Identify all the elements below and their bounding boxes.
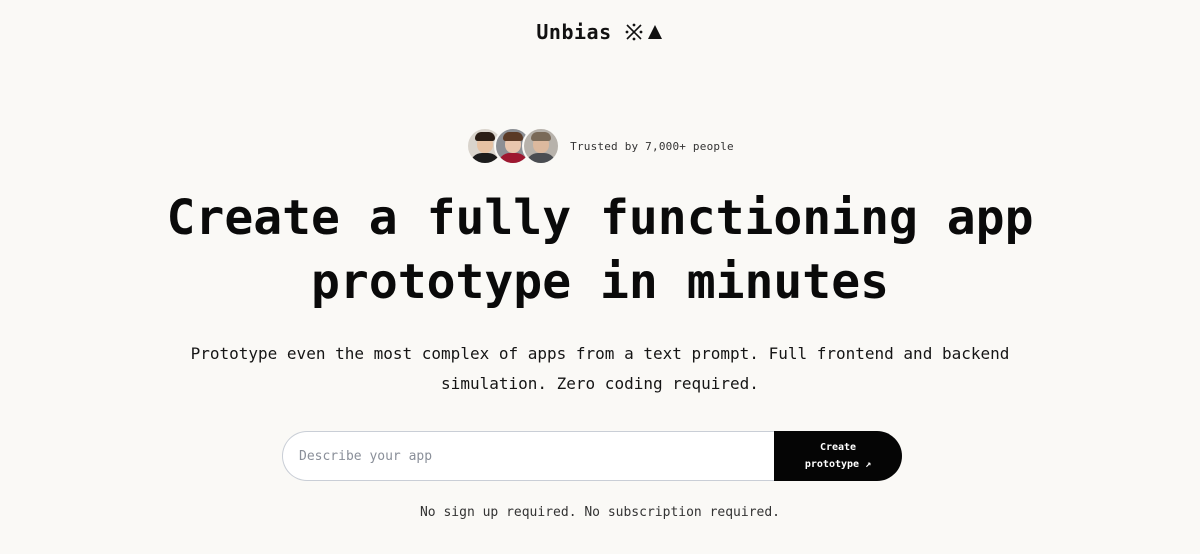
avatar [522, 127, 561, 165]
create-prototype-label: Create prototype ↗ [804, 442, 872, 470]
prompt-form: Create prototype ↗ [282, 431, 902, 481]
hero-subtitle: Prototype even the most complex of apps … [190, 344, 1010, 393]
no-signup-note: No sign up required. No subscription req… [419, 505, 781, 520]
trust-text: Trusted by 7,000+ people [570, 139, 734, 153]
avatar-group [466, 127, 561, 165]
create-prototype-button[interactable]: Create prototype ↗ [774, 431, 902, 481]
brand-logo[interactable] [624, 22, 664, 42]
asterisk-x-icon [625, 23, 643, 41]
describe-app-input[interactable] [282, 431, 774, 481]
site-header: Unbias [0, 20, 1200, 44]
hero-headline: Create a fully functioning app prototype… [0, 186, 1200, 314]
headline-line-1: Create a fully functioning app [166, 190, 1034, 246]
brand-name[interactable]: Unbias [536, 20, 611, 44]
trust-badge: Trusted by 7,000+ people [0, 127, 1200, 165]
triangle-icon [647, 25, 662, 39]
headline-line-2: prototype in minutes [311, 254, 889, 310]
